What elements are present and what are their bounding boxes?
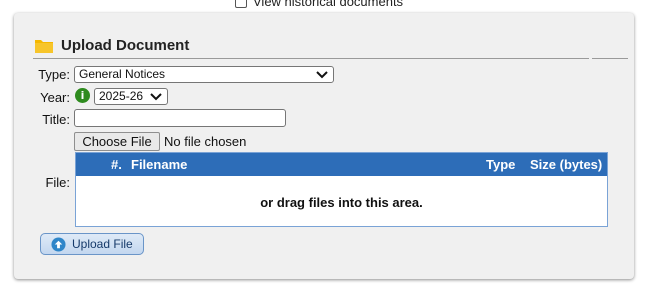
header-divider-right — [592, 58, 628, 59]
upload-document-panel: Upload Document Type: General Notices Ye… — [14, 13, 634, 279]
panel-header: Upload Document — [34, 37, 189, 54]
drop-area-text: or drag files into this area. — [260, 195, 423, 210]
view-historical-label: View historical documents — [253, 0, 404, 9]
col-filename-header: Filename — [131, 157, 188, 172]
choose-file-button[interactable]: Choose File — [74, 132, 160, 151]
upload-file-button[interactable]: Upload File — [40, 233, 144, 255]
year-select-value: 2025-26 — [99, 89, 144, 103]
chevron-down-icon — [316, 70, 328, 78]
panel-title: Upload Document — [61, 37, 190, 54]
folder-icon — [35, 39, 53, 53]
chevron-down-icon — [150, 92, 162, 100]
type-select-value: General Notices — [79, 67, 166, 81]
type-select[interactable]: General Notices — [74, 66, 334, 83]
year-select[interactable]: 2025-26 — [94, 88, 168, 105]
file-label: File: — [45, 175, 70, 190]
no-file-chosen-text: No file chosen — [164, 134, 247, 149]
header-divider — [33, 58, 589, 59]
view-historical-checkbox[interactable] — [235, 0, 247, 8]
upload-file-label: Upload File — [72, 237, 133, 251]
title-label: Title: — [42, 112, 70, 127]
col-type-header: Type — [486, 157, 516, 172]
col-number-header: #. — [111, 157, 122, 172]
col-size-header: Size (bytes) — [530, 157, 603, 172]
file-drop-table[interactable]: #. Filename Type Size (bytes) or drag fi… — [75, 152, 608, 227]
year-label: Year: — [40, 90, 70, 105]
upload-arrow-icon — [51, 236, 66, 252]
title-input[interactable] — [74, 109, 286, 127]
table-header: #. Filename Type Size (bytes) — [76, 153, 607, 176]
info-icon[interactable]: i — [75, 88, 90, 103]
view-historical-checkbox-row[interactable]: View historical documents — [235, 0, 403, 9]
type-label: Type: — [38, 67, 70, 82]
